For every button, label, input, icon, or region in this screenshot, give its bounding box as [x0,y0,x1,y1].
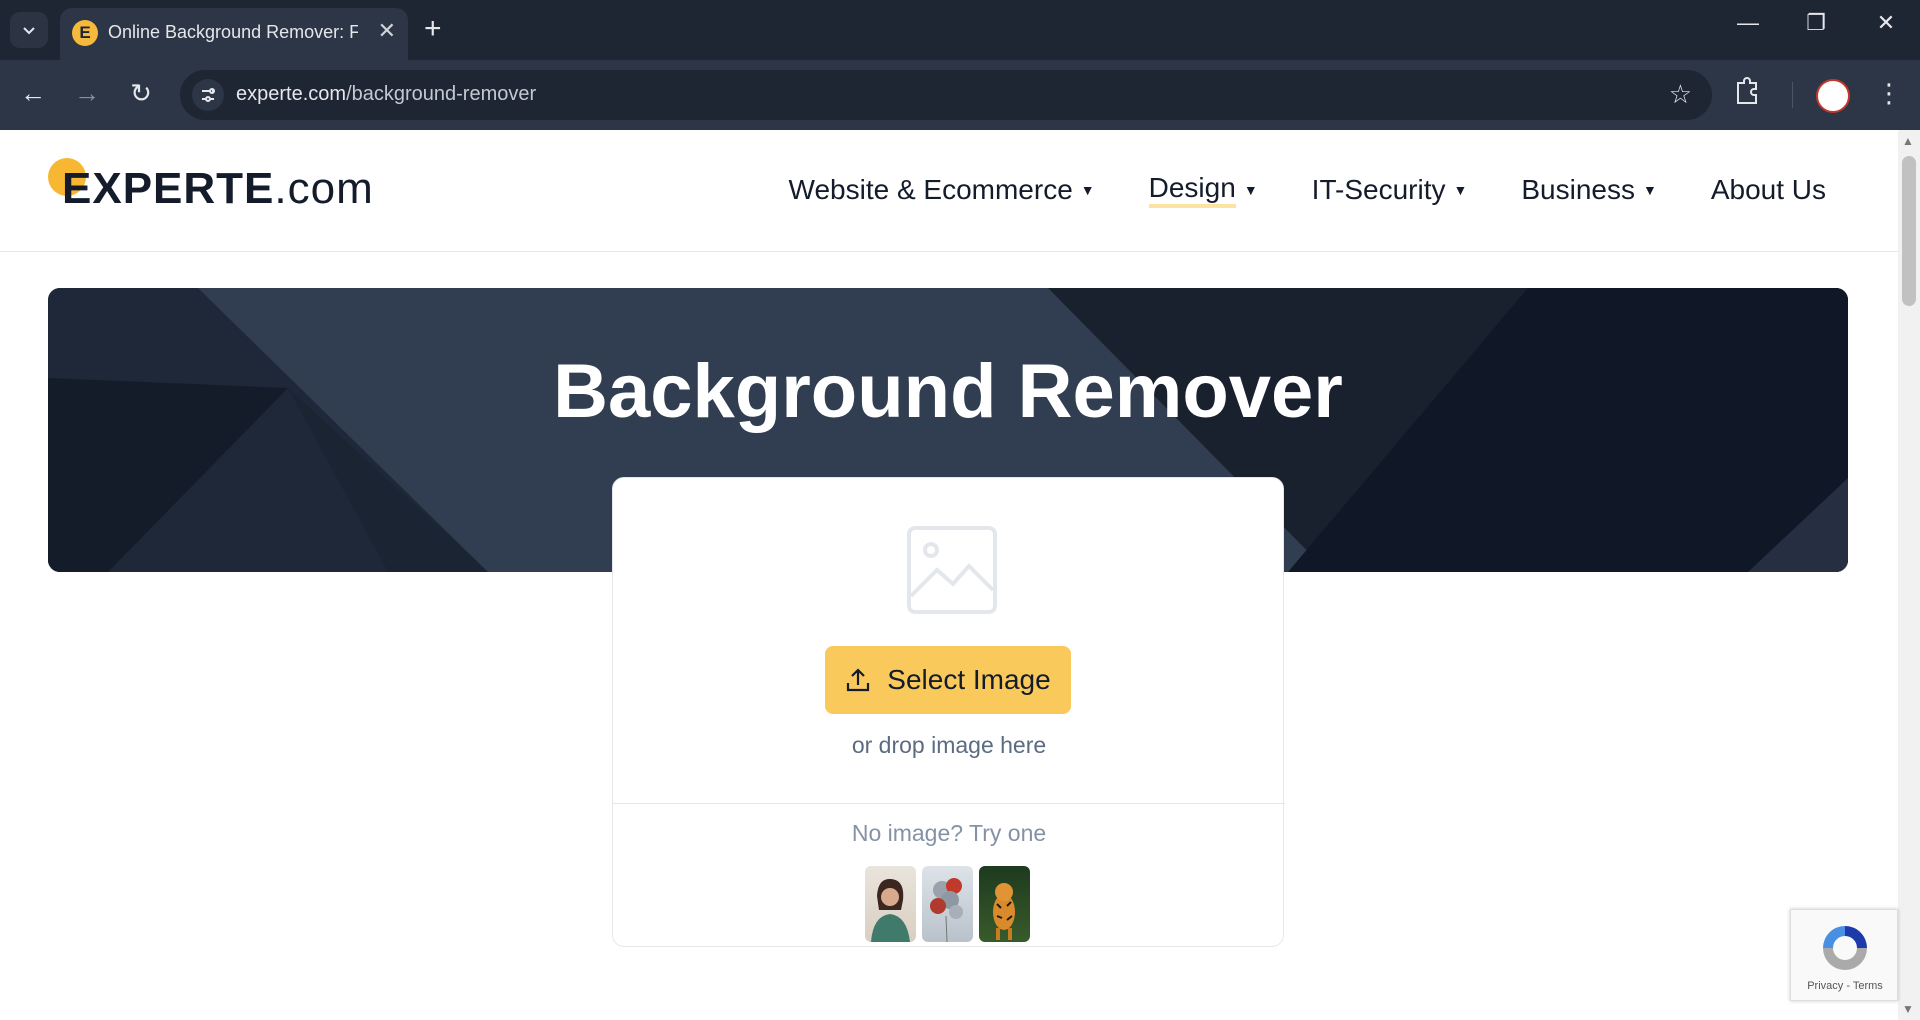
select-image-button[interactable]: Select Image [825,646,1071,714]
nav-it-security[interactable]: IT-Security ▼ [1312,172,1468,208]
restore-icon[interactable]: ❐ [1796,10,1836,36]
nav-about-us[interactable]: About Us [1711,172,1826,208]
image-placeholder-icon [907,526,997,614]
recaptcha-privacy-terms[interactable]: Privacy - Terms [1791,980,1899,992]
nav-business[interactable]: Business ▼ [1521,172,1656,208]
sample-image-tiger[interactable] [979,866,1030,942]
nav-design[interactable]: Design ▼ [1148,172,1258,208]
card-divider [613,803,1285,804]
drop-hint: or drop image here [851,732,1047,758]
page-scrollbar[interactable]: ▲ ▼ [1898,130,1920,1020]
address-bar[interactable]: experte.com/background-remover ☆ [180,70,1712,120]
back-icon[interactable]: ← [16,78,50,109]
caret-down-icon: ▼ [1642,182,1657,198]
tab-close-icon[interactable]: ✕ [378,18,396,44]
tab-title: Online Background Remover: Fr [108,22,358,42]
new-tab-button[interactable]: + [424,12,442,46]
url-text: experte.com/background-remover [236,83,537,105]
recaptcha-badge[interactable]: Privacy - Terms [1790,909,1898,1001]
sample-image-balloons[interactable] [922,866,973,942]
browser-toolbar: ← → ↻ experte.com/background-remover ☆ ⋮ [0,60,1920,130]
site-logo[interactable]: EXPERTE.com [48,158,373,218]
menu-kebab-icon[interactable]: ⋮ [1876,78,1902,109]
scroll-down-icon[interactable]: ▼ [1902,1002,1914,1016]
nav-website-ecommerce[interactable]: Website & Ecommerce ▼ [789,172,1095,208]
main-nav: Website & Ecommerce ▼ Design ▼ IT-Security… [789,172,1826,208]
browser-tab[interactable]: E Online Background Remover: Fr ✕ [60,8,408,60]
recaptcha-icon [1823,926,1867,970]
scroll-thumb[interactable] [1902,156,1916,306]
web-page: EXPERTE.com Website & Ecommerce ▼ Design ▼… [0,130,1898,1020]
minimize-icon[interactable]: — [1728,10,1768,36]
chevron-down-icon [23,27,35,35]
scroll-up-icon[interactable]: ▲ [1902,134,1914,148]
logo-text: EXPERTE.com [62,164,374,213]
forward-icon[interactable]: → [70,78,104,109]
select-image-label: Select Image [887,664,1051,695]
page-title: Background Remover [553,349,1343,434]
sample-image-woman[interactable] [865,866,916,942]
site-favicon-icon: E [72,20,98,46]
site-info-icon[interactable] [192,79,224,111]
site-header: EXPERTE.com Website & Ecommerce ▼ Design ▼… [0,130,1898,252]
toolbar-separator [1792,82,1793,108]
reload-icon[interactable]: ↻ [124,78,158,109]
browser-tabbar: E Online Background Remover: Fr ✕ + — ❐ … [0,0,1920,60]
window-close-icon[interactable]: ✕ [1866,10,1906,36]
caret-down-icon: ▼ [1080,182,1095,198]
profile-avatar[interactable] [1816,79,1850,113]
caret-down-icon: ▼ [1243,182,1258,198]
upload-icon [847,668,870,692]
bookmark-star-icon[interactable]: ☆ [1669,79,1692,110]
tab-search-button[interactable] [10,12,48,48]
upload-card[interactable]: Select Image or drop image here No image… [612,477,1285,947]
caret-down-icon: ▼ [1453,182,1468,198]
try-sample-hint: No image? Try one [851,820,1047,846]
extensions-icon[interactable] [1734,77,1760,107]
sample-images [865,866,1030,942]
